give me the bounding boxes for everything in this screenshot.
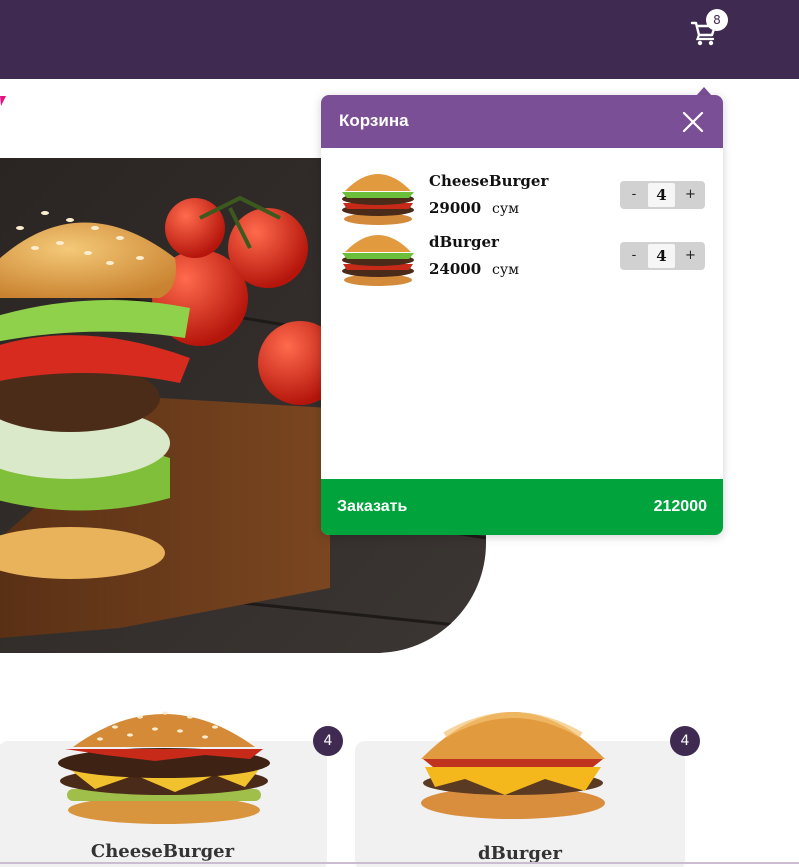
dburger-thumbnail	[342, 235, 414, 286]
item-name: dBurger	[429, 233, 499, 251]
item-currency: сум	[492, 201, 519, 217]
cart-popup-header: Корзина	[321, 95, 723, 148]
cheeseburger-thumbnail	[342, 174, 414, 225]
order-total: 212000	[653, 498, 707, 515]
top-header: 8	[0, 0, 799, 79]
close-button[interactable]	[681, 110, 705, 134]
cart-item: CheeseBurger 29000 сум - 4 +	[321, 165, 723, 225]
cart-popup: Корзина CheeseBurger 29000 сум - 4 + dBu…	[321, 95, 723, 535]
increase-button[interactable]: +	[676, 181, 705, 209]
product-name: dBurger	[478, 843, 562, 864]
order-label: Заказать	[337, 498, 408, 515]
cheeseburger-image	[58, 711, 270, 824]
item-price: 29000	[429, 199, 482, 217]
quantity-stepper: - 4 +	[620, 242, 705, 270]
cart-count-badge: 8	[706, 9, 728, 31]
product-count-badge: 4	[670, 726, 700, 756]
logo-fragment	[0, 96, 6, 106]
quantity-value: 4	[648, 183, 675, 207]
quantity-value: 4	[648, 244, 675, 268]
decrease-button[interactable]: -	[620, 242, 648, 270]
divider	[0, 862, 799, 864]
item-name: CheeseBurger	[429, 172, 549, 190]
order-button[interactable]: Заказать 212000	[321, 479, 723, 535]
increase-button[interactable]: +	[676, 242, 705, 270]
product-name: CheeseBurger	[90, 841, 235, 862]
item-currency: сум	[492, 262, 519, 278]
dburger-image	[421, 712, 605, 819]
close-icon	[682, 111, 704, 133]
item-price: 24000	[429, 260, 482, 278]
cart-item: dBurger 24000 сум - 4 +	[321, 226, 723, 286]
cart-popup-title: Корзина	[339, 111, 409, 130]
decrease-button[interactable]: -	[620, 181, 648, 209]
quantity-stepper: - 4 +	[620, 181, 705, 209]
product-count-badge: 4	[313, 726, 343, 756]
page: 8 CheeseBurger 4 dBurger 4 Корзина Chees…	[0, 0, 799, 867]
